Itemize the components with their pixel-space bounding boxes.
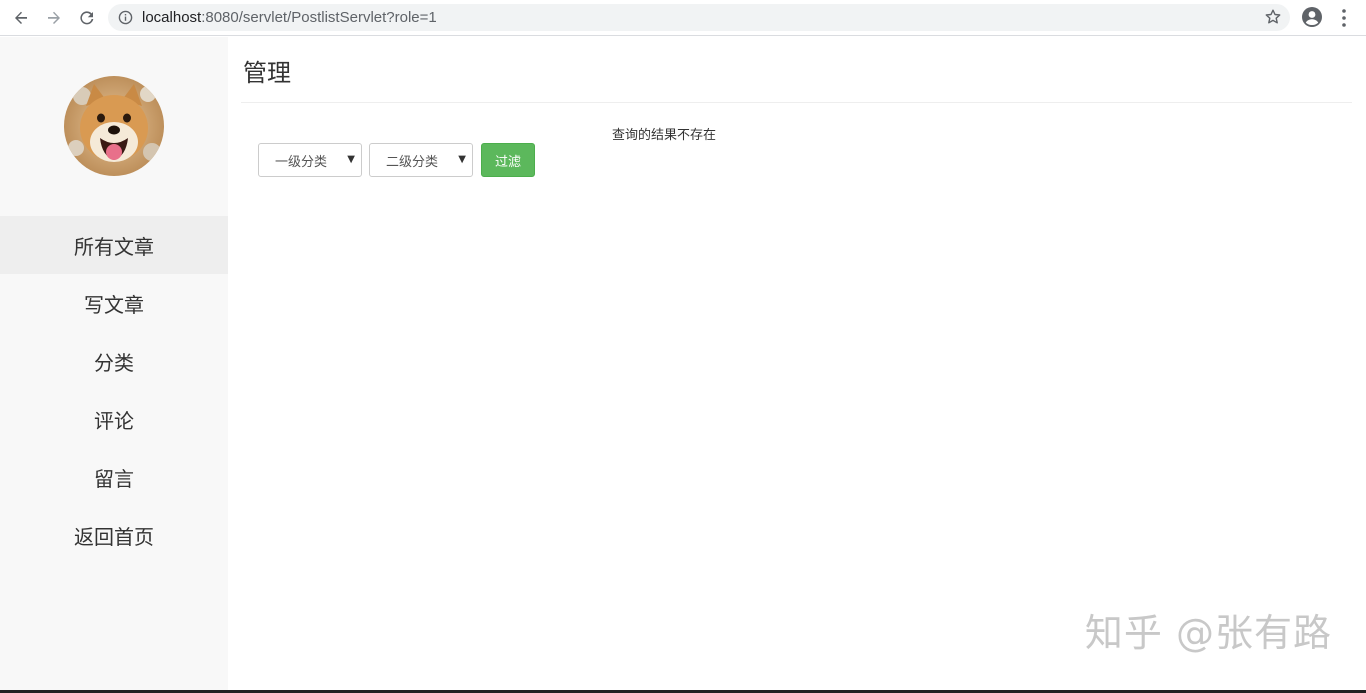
title-divider xyxy=(241,102,1352,103)
watermark: 知乎 @张有路 xyxy=(1084,611,1332,655)
sidebar-item-home[interactable]: 返回首页 xyxy=(0,506,228,564)
sidebar-item-categories[interactable]: 分类 xyxy=(0,332,228,390)
url-text[interactable]: localhost:8080/servlet/PostlistServlet?r… xyxy=(142,9,437,26)
info-icon[interactable] xyxy=(118,10,133,25)
sidebar-menu: 所有文章 写文章 分类 评论 留言 返回首页 xyxy=(0,216,228,564)
sidebar-item-messages[interactable]: 留言 xyxy=(0,448,228,506)
level2-category-value: 二级分类 xyxy=(386,154,439,170)
browser-toolbar: localhost:8080/servlet/PostlistServlet?r… xyxy=(0,0,1366,36)
level2-category-select[interactable]: 二级分类 ▼ xyxy=(369,143,473,177)
level1-category-select[interactable]: 一级分类 ▼ xyxy=(258,143,362,177)
address-bar[interactable]: localhost:8080/servlet/PostlistServlet?r… xyxy=(108,4,1290,31)
kebab-menu-icon[interactable] xyxy=(1336,7,1352,29)
sidebar: 所有文章 写文章 分类 评论 留言 返回首页 xyxy=(0,37,228,690)
chevron-down-icon: ▼ xyxy=(347,154,355,165)
page-title: 管理 xyxy=(243,59,291,87)
chevron-down-icon: ▼ xyxy=(458,154,466,165)
sidebar-item-all-posts[interactable]: 所有文章 xyxy=(0,216,228,274)
reload-icon[interactable] xyxy=(75,6,99,30)
dog-avatar-icon xyxy=(64,76,164,176)
url-host: localhost xyxy=(142,9,202,26)
account-circle-icon[interactable] xyxy=(1301,6,1323,28)
avatar xyxy=(64,76,164,176)
sidebar-item-write-post[interactable]: 写文章 xyxy=(0,274,228,332)
main-content: 管理 查询的结果不存在 一级分类 ▼ 二级分类 ▼ 过滤 知乎 @张有路 xyxy=(228,37,1366,690)
filter-button[interactable]: 过滤 xyxy=(481,143,535,177)
star-icon[interactable] xyxy=(1264,8,1282,26)
result-message: 查询的结果不存在 xyxy=(612,128,717,143)
sidebar-item-comments[interactable]: 评论 xyxy=(0,390,228,448)
level1-category-value: 一级分类 xyxy=(275,154,328,170)
forward-icon[interactable] xyxy=(42,6,66,30)
url-path: :8080/servlet/PostlistServlet?role=1 xyxy=(201,9,437,26)
back-icon[interactable] xyxy=(9,6,33,30)
